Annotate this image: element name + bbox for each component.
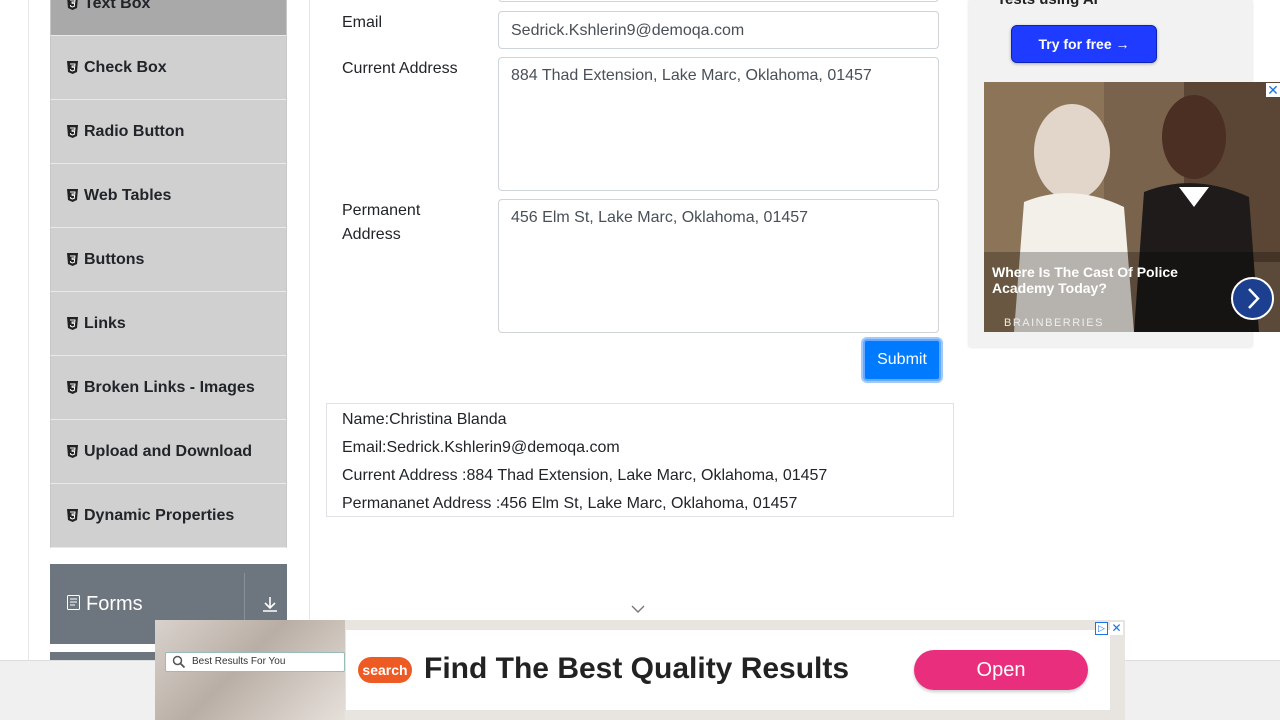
output-email: Email:Sedrick.Kshlerin9@demoqa.com: [342, 439, 620, 456]
search-icon: [172, 655, 186, 676]
sidebar-item-label: Dynamic Properties: [84, 506, 235, 524]
email-label: Email: [342, 14, 383, 31]
download-arrow-icon[interactable]: [260, 594, 280, 614]
current-address-label: Current Address: [342, 60, 458, 77]
sidebar-item-links[interactable]: Links: [50, 292, 287, 356]
sidebar-item-check-box[interactable]: Check Box: [50, 36, 287, 100]
ad-logo: search: [358, 657, 412, 683]
ad-headline[interactable]: Find The Best Quality Results: [424, 652, 849, 686]
document-icon: [67, 595, 80, 613]
sidebar-item-label: Buttons: [84, 250, 145, 268]
ad-next-button[interactable]: [1231, 277, 1274, 320]
chevron-right-icon: [1248, 288, 1260, 309]
adchoices-icon[interactable]: ▷: [1095, 622, 1108, 635]
sidebar-item-web-tables[interactable]: Web Tables: [50, 164, 287, 228]
sidebar-item-label: Text Box: [84, 0, 151, 12]
sidebar-item-broken-links[interactable]: Broken Links - Images: [50, 356, 287, 420]
html5-icon: [66, 61, 78, 75]
layout-border: [28, 0, 29, 720]
ad-try-button[interactable]: Try for free →: [1011, 25, 1157, 63]
sidebar-item-label: Check Box: [84, 58, 167, 76]
sidebar-item-label: Upload and Download: [84, 442, 252, 460]
sidebar-group-label: Forms: [86, 592, 143, 615]
sidebar-item-label: Radio Button: [84, 122, 185, 140]
submit-button[interactable]: Submit: [863, 339, 941, 381]
sidebar-item-label: Links: [84, 314, 126, 332]
ad-caption[interactable]: Where Is The Cast Of Police Academy Toda…: [992, 264, 1202, 296]
output-current-address: Current Address :884 Thad Extension, Lak…: [342, 467, 828, 484]
permanent-address-field[interactable]: 456 Elm St, Lake Marc, Oklahoma, 01457: [498, 199, 939, 333]
html5-icon: [66, 253, 78, 267]
ad-search-strip: Best Results For You: [165, 652, 345, 672]
ad-open-button[interactable]: Open: [914, 650, 1088, 690]
sidebar-item-upload-download[interactable]: Upload and Download: [50, 420, 287, 484]
chevron-down-icon[interactable]: [630, 602, 646, 614]
sidebar-item-label: Broken Links - Images: [84, 378, 255, 396]
output-permanent-address: Permananet Address :456 Elm St, Lake Mar…: [342, 495, 798, 512]
sidebar: Text Box Check Box Radio Button Web Tabl…: [50, 0, 287, 548]
sidebar-item-text-box[interactable]: Text Box: [50, 0, 287, 36]
email-field[interactable]: Sedrick.Kshlerin9@demoqa.com: [498, 11, 939, 49]
page: Text Box Check Box Radio Button Web Tabl…: [0, 0, 1280, 720]
permanent-label-line: Address: [342, 226, 401, 243]
output-name: Name:Christina Blanda: [342, 411, 507, 428]
html5-icon: [66, 509, 78, 523]
ad-headline: Tests using AI: [997, 0, 1098, 8]
html5-icon: [66, 317, 78, 331]
close-icon[interactable]: ✕: [1110, 622, 1123, 635]
name-field[interactable]: [498, 0, 939, 2]
current-address-field[interactable]: 884 Thad Extension, Lake Marc, Oklahoma,…: [498, 57, 939, 191]
html5-icon: [66, 381, 78, 395]
permanent-address-label: Permanent Address: [342, 199, 420, 247]
html5-icon: [66, 189, 78, 203]
permanent-label-line: Permanent: [342, 202, 421, 219]
bottom-ad[interactable]: Best Results For You search Find The Bes…: [155, 620, 1125, 720]
close-icon[interactable]: ✕: [1266, 83, 1280, 97]
ad-brand: BRAINBERRIES: [1004, 317, 1104, 329]
ad-panel: search Find The Best Quality Results Ope…: [346, 630, 1110, 710]
ad-search-text: Best Results For You: [192, 656, 286, 667]
output-box: Name:Christina Blanda Email:Sedrick.Kshl…: [326, 403, 954, 517]
sidebar-item-label: Web Tables: [84, 186, 172, 204]
html5-icon: [66, 125, 78, 139]
sidebar-item-radio-button[interactable]: Radio Button: [50, 100, 287, 164]
html5-icon: [66, 0, 78, 11]
sidebar-border: [309, 0, 310, 660]
html5-icon: [66, 445, 78, 459]
sidebar-item-buttons[interactable]: Buttons: [50, 228, 287, 292]
sidebar-item-dynamic-properties[interactable]: Dynamic Properties: [50, 484, 287, 548]
